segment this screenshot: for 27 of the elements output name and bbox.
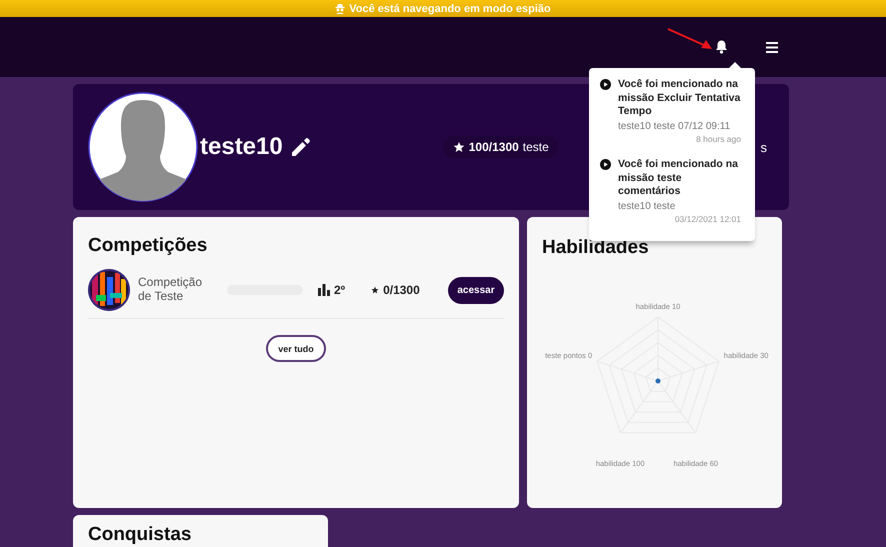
notification-title: Você foi mencionado na missão Excluir Tentativa Tempo (618, 78, 741, 119)
menu-icon[interactable] (766, 42, 778, 52)
points-value: 100/1300 (468, 140, 519, 154)
notification-meta: teste10 teste (618, 200, 676, 212)
notification-time: 8 hours ago (696, 134, 741, 144)
spy-icon (335, 3, 346, 14)
see-all-button[interactable]: ver tudo (266, 335, 326, 362)
notification-meta: teste10 teste 07/12 09:11 (618, 120, 732, 132)
stat-label: s (760, 140, 767, 154)
card-title: Competições (88, 235, 208, 257)
card-title: Conquistas (88, 524, 192, 546)
notification-time: 03/12/2021 12:01 (674, 214, 741, 224)
star-icon (452, 141, 465, 153)
spy-mode-message: Você está navegando em modo espião (349, 2, 551, 14)
notification-bell-icon[interactable] (715, 40, 728, 54)
ranking-icon (318, 284, 330, 296)
card-title: Habilidades (542, 237, 649, 259)
competition-name: Competição de Teste (138, 276, 204, 304)
star-icon (371, 286, 380, 294)
profile-name: teste10 (200, 133, 283, 161)
play-icon (600, 158, 611, 170)
score-value: 0/1300 (383, 283, 420, 297)
rank-value: 2º (334, 283, 346, 297)
points-label: teste (522, 140, 549, 154)
access-button[interactable]: acessar (448, 276, 504, 304)
play-icon (600, 79, 611, 90)
notification-title: Você foi mencionado na missão teste comentários (618, 158, 739, 199)
